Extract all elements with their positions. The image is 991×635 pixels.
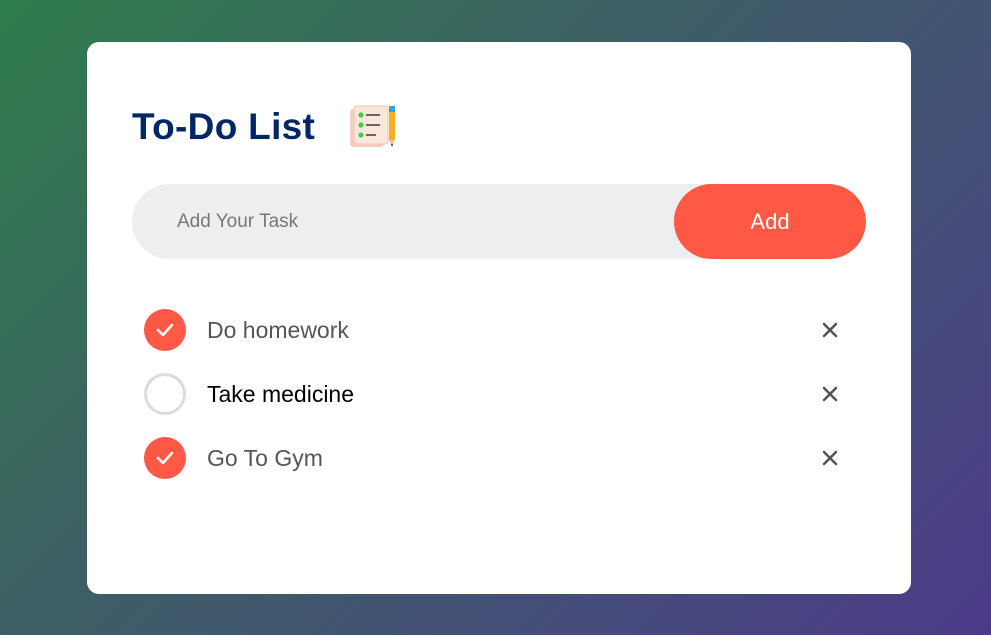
task-input[interactable]: [132, 184, 674, 259]
notepad-checklist-icon: [347, 104, 399, 150]
close-icon: [822, 386, 838, 402]
todo-card: To-Do List Add Your Task Add Do homework…: [87, 42, 911, 594]
task-item-take-medicine[interactable]: Take medicine: [144, 362, 854, 426]
task-checkbox-checked[interactable]: [144, 437, 186, 479]
close-icon: [822, 450, 838, 466]
task-item-go-to-gym[interactable]: Go To Gym: [144, 426, 854, 490]
task-text: Take medicine: [207, 380, 355, 407]
page-title: To-Do List: [132, 106, 316, 147]
task-checkbox-unchecked[interactable]: [144, 373, 186, 415]
task-item-do-homework[interactable]: Do homework: [144, 298, 854, 362]
task-text: Do homework: [207, 316, 349, 343]
title-row: To-Do List: [132, 104, 399, 150]
task-text: Go To Gym: [207, 444, 323, 471]
checkmark-icon: [156, 451, 174, 465]
checkmark-icon: [156, 323, 174, 337]
task-checkbox-checked[interactable]: [144, 309, 186, 351]
remove-task-button[interactable]: [818, 318, 842, 342]
remove-task-button[interactable]: [818, 446, 842, 470]
add-button[interactable]: Add: [674, 184, 866, 259]
remove-task-button[interactable]: [818, 382, 842, 406]
task-input-row: Add: [132, 184, 866, 259]
close-icon: [822, 322, 838, 338]
task-list: Do homework Take medicine Go To Gym: [144, 298, 854, 490]
